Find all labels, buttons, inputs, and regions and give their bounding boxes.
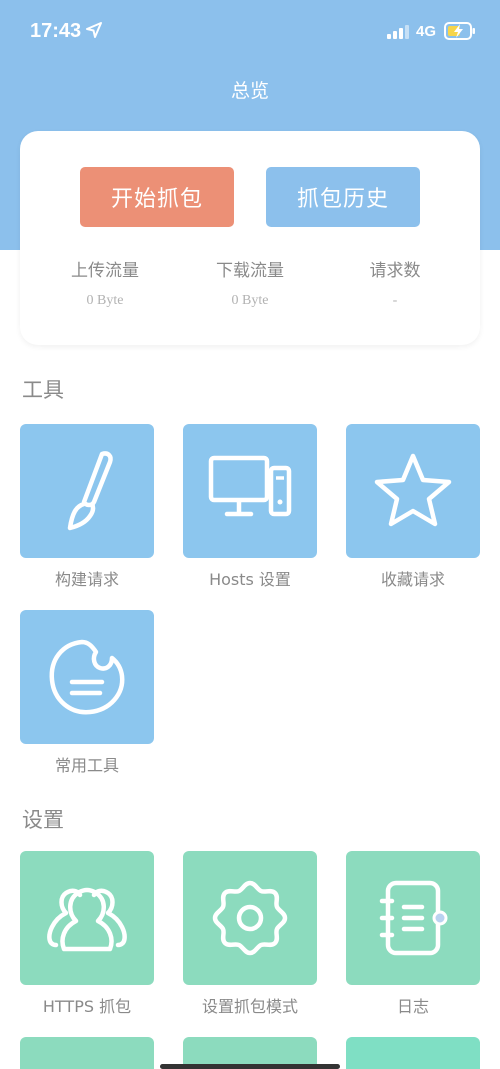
location-arrow-icon [86,22,102,38]
upload-stat-label: 上传流量 [71,261,139,281]
start-capture-button[interactable]: 开始抓包 [80,167,234,227]
users-icon [47,887,127,952]
request-count-stat: 请求数 - [320,256,470,309]
tile-label-https-capture: HTTPS 抓包 [42,997,132,1016]
computer-icon [208,455,292,517]
upload-stat-value: 0 Byte [86,293,124,308]
tile-capture-mode[interactable] [183,851,317,985]
tile-label-favorite-requests: 收藏请求 [380,570,445,589]
summary-card: 开始抓包 抓包历史 上传流量 0 Byte 下载流量 0 Byte 请求数 - [20,131,480,345]
tile-favorite-requests[interactable] [346,424,480,558]
section-title-tools: 工具 [22,378,64,402]
status-bar: 17:43 4G [0,0,500,64]
paintbrush-icon [67,451,113,531]
notebook-icon [379,880,448,956]
request-count-value: - [392,293,398,308]
tile-logs[interactable] [346,851,480,985]
capture-history-button[interactable]: 抓包历史 [266,167,420,227]
tile-label-hosts-settings: Hosts 设置 [209,570,291,589]
tile-label-common-tools: 常用工具 [54,756,119,775]
tile-hosts-settings[interactable] [183,424,317,558]
tile-https-capture[interactable] [20,851,154,985]
tile-label-capture-mode: 设置抓包模式 [201,997,298,1016]
download-stat-value: 0 Byte [231,293,269,308]
tile-common-tools[interactable] [20,610,154,744]
tile-partial-3[interactable] [346,1037,480,1069]
tile-build-request[interactable] [20,424,154,558]
home-indicator[interactable] [160,1064,340,1069]
signal-bars-icon [387,25,409,39]
upload-stat: 上传流量 0 Byte [30,256,180,309]
download-stat: 下载流量 0 Byte [175,256,325,309]
battery-charging-icon [444,22,475,40]
status-time: 17:43 [30,20,82,42]
network-type: 4G [416,23,437,40]
gear-icon [212,880,288,956]
request-count-label: 请求数 [369,261,421,281]
download-stat-label: 下载流量 [216,261,284,281]
tile-partial-1[interactable] [20,1037,154,1069]
tile-label-build-request: 构建请求 [54,570,119,589]
section-title-settings: 设置 [22,808,64,832]
star-icon [374,453,452,527]
page-title: 总览 [230,80,269,102]
chat-bubble-icon [49,639,125,715]
tile-label-logs: 日志 [396,997,429,1016]
